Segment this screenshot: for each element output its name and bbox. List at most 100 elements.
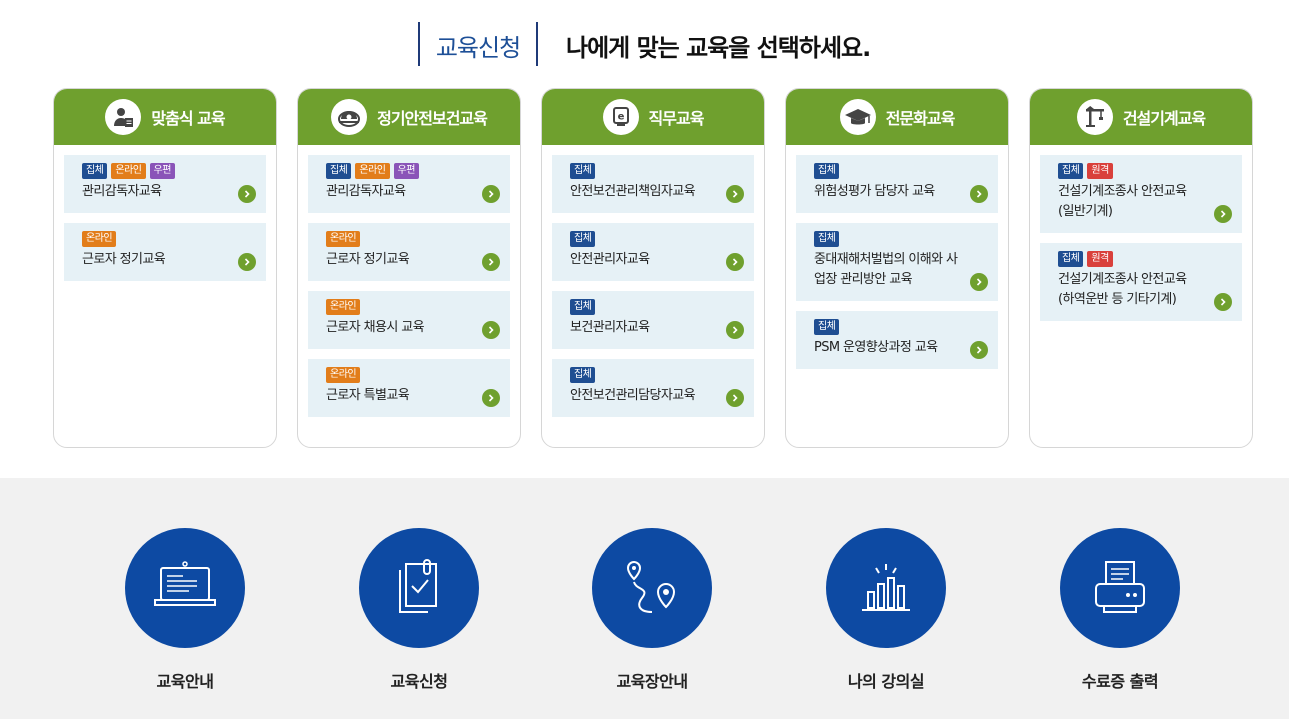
chevron-right-icon[interactable] <box>970 185 988 203</box>
course-name: 건설기계조종사 안전교육 (하역운반 등 기타기계) <box>1058 272 1187 307</box>
card-header[interactable]: 정기안전보건교육 <box>298 89 520 145</box>
course-item-safety-health-officer[interactable]: 집체 안전보건관리담당자교육 <box>552 359 754 417</box>
laptop-icon[interactable] <box>125 528 245 648</box>
course-item-worker-regular[interactable]: 온라인 근로자 정기교육 <box>64 223 266 281</box>
chevron-right-icon[interactable] <box>1214 205 1232 223</box>
chevron-right-icon[interactable] <box>482 389 500 407</box>
course-name: 근로자 정기교육 <box>82 252 166 267</box>
person-document-icon <box>105 99 142 135</box>
quick-link-education-apply[interactable]: 교육신청 <box>329 528 509 692</box>
bar-chart-icon[interactable] <box>826 528 946 648</box>
badge-online: 온라인 <box>355 163 390 179</box>
card-header[interactable]: e 직무교육 <box>542 89 764 145</box>
course-name: 관리감독자교육 <box>326 184 406 199</box>
badge-mail: 우편 <box>393 163 419 179</box>
badge-remote: 원격 <box>1087 163 1113 179</box>
course-name: 위험성평가 담당자 교육 <box>814 184 935 199</box>
course-name: 안전보건관리담당자교육 <box>570 388 696 403</box>
chevron-right-icon[interactable] <box>482 253 500 271</box>
quick-link-label: 교육안내 <box>156 672 214 691</box>
chevron-right-icon[interactable] <box>970 341 988 359</box>
badge-group: 집체 <box>1058 163 1084 179</box>
badge-group: 집체 <box>1058 251 1084 267</box>
card-title: 건설기계교육 <box>1122 109 1206 128</box>
card-header[interactable]: 건설기계교육 <box>1030 89 1252 145</box>
course-item-supervisor[interactable]: 집체 온라인 우편 관리감독자교육 <box>308 155 510 213</box>
chevron-right-icon[interactable] <box>482 185 500 203</box>
badge-group: 집체 <box>814 319 840 335</box>
card-job-education: e 직무교육 집체 안전보건관리책임자교육 집체 안전관리자교육 집체 보건관리… <box>541 88 765 448</box>
quick-links-section: 교육안내 교육신청 교육장안내 나의 강의실 수료증 출력 <box>0 478 1289 719</box>
card-regular-safety-education: 정기안전보건교육 집체 온라인 우편 관리감독자교육 온라인 근로자 정기교육 <box>297 88 521 448</box>
course-name: 근로자 채용시 교육 <box>326 320 425 335</box>
chevron-right-icon[interactable] <box>970 273 988 291</box>
badge-remote: 원격 <box>1087 251 1113 267</box>
card-construction-machinery-education: 건설기계교육 집체 원격 건설기계조종사 안전교육 (일반기계) 집체 원격 건… <box>1029 88 1253 448</box>
heading-label: 교육신청 <box>435 34 521 62</box>
badge-group: 집체 <box>82 163 108 179</box>
quick-link-venue-guide[interactable]: 교육장안내 <box>562 528 742 692</box>
quick-link-label: 나의 강의실 <box>847 672 925 691</box>
card-title: 전문화교육 <box>885 109 956 128</box>
chevron-right-icon[interactable] <box>726 185 744 203</box>
crane-icon <box>1076 99 1113 135</box>
card-header[interactable]: 맞춤식 교육 <box>54 89 276 145</box>
quick-link-label: 교육장안내 <box>616 672 688 691</box>
page-title: 나에게 맞는 교육을 선택하세요. <box>566 34 871 62</box>
card-title: 맞춤식 교육 <box>151 109 225 128</box>
course-item-safety-health-manager[interactable]: 집체 안전보건관리책임자교육 <box>552 155 754 213</box>
course-item-supervisor[interactable]: 집체 온라인 우편 관리감독자교육 <box>64 155 266 213</box>
quick-link-label: 교육신청 <box>390 672 448 691</box>
course-item-worker-special[interactable]: 온라인 근로자 특별교육 <box>308 359 510 417</box>
course-item-health-manager[interactable]: 집체 보건관리자교육 <box>552 291 754 349</box>
course-item-psm[interactable]: 집체 PSM 운영향상과정 교육 <box>796 311 998 369</box>
quick-link-my-classroom[interactable]: 나의 강의실 <box>796 528 976 692</box>
education-application-page: 교육신청 나에게 맞는 교육을 선택하세요. 맞춤식 교육 집체 온라인 우편 … <box>0 0 1289 719</box>
monitor-e-icon: e <box>602 99 639 135</box>
course-name: 보건관리자교육 <box>570 320 650 335</box>
card-specialized-education: 전문화교육 집체 위험성평가 담당자 교육 집체 중대재해처벌법의 이해와 사업… <box>785 88 1009 448</box>
heading-divider-right <box>536 22 538 66</box>
chevron-right-icon[interactable] <box>238 253 256 271</box>
badge-group: 집체 <box>814 163 840 179</box>
course-item-operator-other[interactable]: 집체 원격 건설기계조종사 안전교육 (하역운반 등 기타기계) <box>1040 243 1242 321</box>
chevron-right-icon[interactable] <box>726 321 744 339</box>
badge-group: 집체 <box>814 231 840 247</box>
course-item-operator-general[interactable]: 집체 원격 건설기계조종사 안전교육 (일반기계) <box>1040 155 1242 233</box>
course-name: 안전관리자교육 <box>570 252 650 267</box>
quick-link-certificate-print[interactable]: 수료증 출력 <box>1030 528 1210 692</box>
course-name: 건설기계조종사 안전교육 (일반기계) <box>1058 184 1187 219</box>
badge-online: 온라인 <box>82 231 117 247</box>
quick-link-education-guide[interactable]: 교육안내 <box>95 528 275 692</box>
course-name: 근로자 정기교육 <box>326 252 410 267</box>
badge-online: 온라인 <box>111 163 146 179</box>
chevron-right-icon[interactable] <box>1214 293 1232 311</box>
course-item-worker-regular[interactable]: 온라인 근로자 정기교육 <box>308 223 510 281</box>
badge-mail: 우편 <box>149 163 175 179</box>
safety-helmet-icon <box>331 99 368 135</box>
section-heading: 교육신청 나에게 맞는 교육을 선택하세요. <box>0 22 1289 66</box>
course-item-worker-hiring[interactable]: 온라인 근로자 채용시 교육 <box>308 291 510 349</box>
course-item-serious-accident-law[interactable]: 집체 중대재해처벌법의 이해와 사업장 관리방안 교육 <box>796 223 998 301</box>
chevron-right-icon[interactable] <box>238 185 256 203</box>
card-custom-education: 맞춤식 교육 집체 온라인 우편 관리감독자교육 온라인 근로자 정기교육 <box>53 88 277 448</box>
badge-group: 집체 <box>570 299 596 315</box>
course-name: PSM 운영향상과정 교육 <box>814 340 938 355</box>
course-item-safety-manager[interactable]: 집체 안전관리자교육 <box>552 223 754 281</box>
chevron-right-icon[interactable] <box>726 253 744 271</box>
badge-online: 온라인 <box>326 299 361 315</box>
badge-group: 집체 <box>570 231 596 247</box>
card-title: 직무교육 <box>648 109 705 128</box>
badge-group: 집체 <box>570 163 596 179</box>
clipboard-check-icon[interactable] <box>359 528 479 648</box>
chevron-right-icon[interactable] <box>726 389 744 407</box>
printer-icon[interactable] <box>1060 528 1180 648</box>
course-name: 관리감독자교육 <box>82 184 162 199</box>
course-item-risk-assessment[interactable]: 집체 위험성평가 담당자 교육 <box>796 155 998 213</box>
badge-group: 집체 <box>570 367 596 383</box>
badge-online: 온라인 <box>326 231 361 247</box>
map-route-icon[interactable] <box>592 528 712 648</box>
chevron-right-icon[interactable] <box>482 321 500 339</box>
course-name: 근로자 특별교육 <box>326 388 410 403</box>
card-header[interactable]: 전문화교육 <box>786 89 1008 145</box>
